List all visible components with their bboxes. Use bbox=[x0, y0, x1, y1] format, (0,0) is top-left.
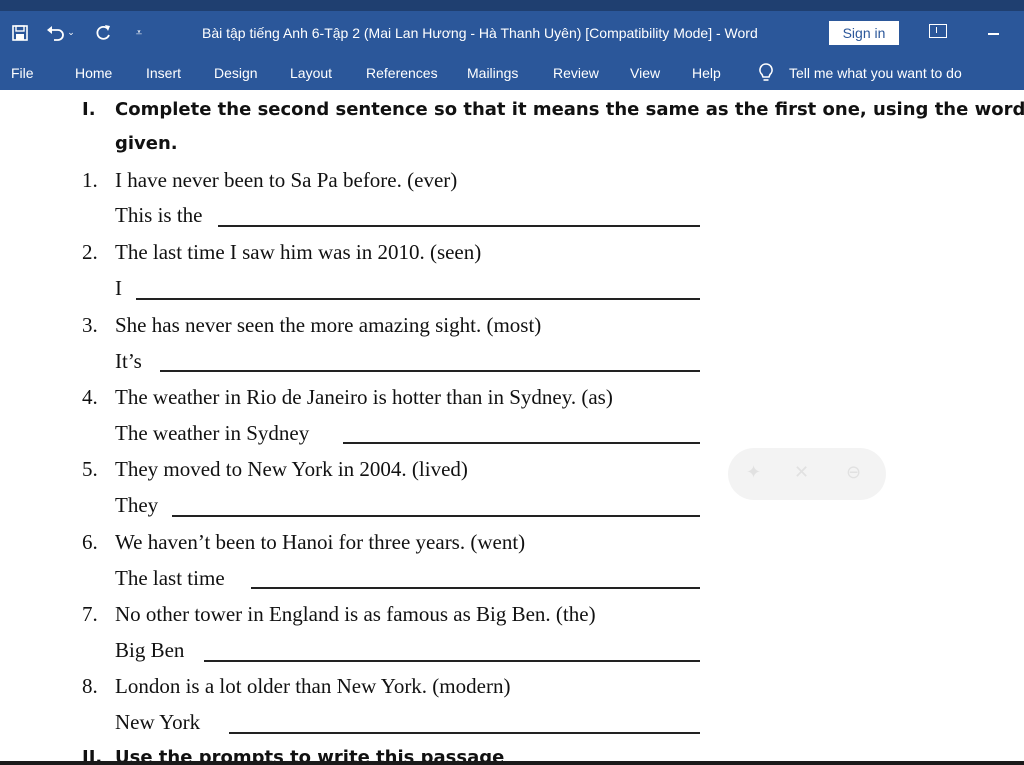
window-title: Bài tập tiếng Anh 6-Tập 2 (Mai Lan Hương… bbox=[202, 25, 758, 41]
answer-blank[interactable] bbox=[160, 370, 700, 372]
minimize-icon[interactable] bbox=[988, 33, 999, 35]
ribbon-display-options-icon[interactable] bbox=[929, 24, 947, 38]
question-number: 3. bbox=[82, 313, 98, 337]
question-number: 4. bbox=[82, 385, 98, 409]
tab-mailings[interactable]: Mailings bbox=[467, 65, 518, 81]
tab-file[interactable]: File bbox=[11, 65, 34, 81]
tab-references[interactable]: References bbox=[366, 65, 438, 81]
question-number: 7. bbox=[82, 602, 98, 626]
answer-prompt: I bbox=[115, 276, 122, 300]
question-text: She has never seen the more amazing sigh… bbox=[115, 313, 542, 337]
tell-me-search[interactable]: Tell me what you want to do bbox=[789, 65, 962, 81]
question-text: I have never been to Sa Pa before. (ever… bbox=[115, 168, 458, 192]
section-number: I. bbox=[82, 99, 96, 120]
answer-blank[interactable] bbox=[172, 515, 700, 517]
save-icon[interactable] bbox=[9, 22, 31, 44]
title-bar: ⌄ ⩡ Bài tập tiếng Anh 6-Tập 2 (Mai Lan H… bbox=[0, 0, 1024, 60]
question-number: 5. bbox=[82, 457, 98, 481]
answer-prompt: The weather in Sydney bbox=[115, 421, 310, 445]
answer-blank[interactable] bbox=[136, 298, 700, 300]
tab-review[interactable]: Review bbox=[553, 65, 599, 81]
undo-icon[interactable] bbox=[45, 22, 67, 44]
answer-blank[interactable] bbox=[204, 660, 700, 662]
question-text: London is a lot older than New York. (mo… bbox=[115, 674, 511, 698]
question-text: No other tower in England is as famous a… bbox=[115, 602, 596, 626]
lightbulb-icon[interactable] bbox=[758, 62, 774, 84]
tab-home[interactable]: Home bbox=[75, 65, 112, 81]
section-heading-continued: given. bbox=[115, 133, 178, 154]
tab-view[interactable]: View bbox=[630, 65, 660, 81]
question-number: 8. bbox=[82, 674, 98, 698]
answer-prompt: This is the bbox=[115, 203, 203, 227]
answer-prompt: They bbox=[115, 493, 159, 517]
question-text: They moved to New York in 2004. (lived) bbox=[115, 457, 468, 481]
sign-in-button[interactable]: Sign in bbox=[829, 21, 899, 45]
customize-qat-icon[interactable]: ⩡ bbox=[128, 22, 150, 44]
undo-dropdown-icon[interactable]: ⌄ bbox=[66, 22, 76, 44]
question-text: The weather in Rio de Janeiro is hotter … bbox=[115, 385, 613, 409]
answer-blank[interactable] bbox=[251, 587, 700, 589]
mute-icon[interactable]: ✕ bbox=[794, 462, 809, 483]
window-bottom-edge bbox=[0, 761, 1024, 765]
question-number: 2. bbox=[82, 240, 98, 264]
answer-blank[interactable] bbox=[229, 732, 700, 734]
floating-toolbar[interactable]: ✦ ✕ ⊖ bbox=[728, 448, 886, 500]
minus-circle-icon[interactable]: ⊖ bbox=[846, 462, 861, 483]
answer-blank[interactable] bbox=[218, 225, 700, 227]
answer-prompt: New York bbox=[115, 710, 201, 734]
tab-help[interactable]: Help bbox=[692, 65, 721, 81]
tab-design[interactable]: Design bbox=[214, 65, 258, 81]
document-page[interactable]: I. Complete the second sentence so that … bbox=[0, 90, 1024, 765]
window-top-edge bbox=[0, 0, 1024, 11]
section-heading: Complete the second sentence so that it … bbox=[115, 99, 1024, 120]
answer-prompt: Big Ben bbox=[115, 638, 185, 662]
redo-icon[interactable] bbox=[92, 22, 114, 44]
answer-blank[interactable] bbox=[343, 442, 700, 444]
answer-prompt: It’s bbox=[115, 349, 142, 373]
question-number: 6. bbox=[82, 530, 98, 554]
question-text: We haven’t been to Hanoi for three years… bbox=[115, 530, 526, 554]
pin-icon[interactable]: ✦ bbox=[746, 462, 761, 483]
question-text: The last time I saw him was in 2010. (se… bbox=[115, 240, 482, 264]
tab-layout[interactable]: Layout bbox=[290, 65, 332, 81]
answer-prompt: The last time bbox=[115, 566, 225, 590]
question-number: 1. bbox=[82, 168, 98, 192]
tab-insert[interactable]: Insert bbox=[146, 65, 181, 81]
